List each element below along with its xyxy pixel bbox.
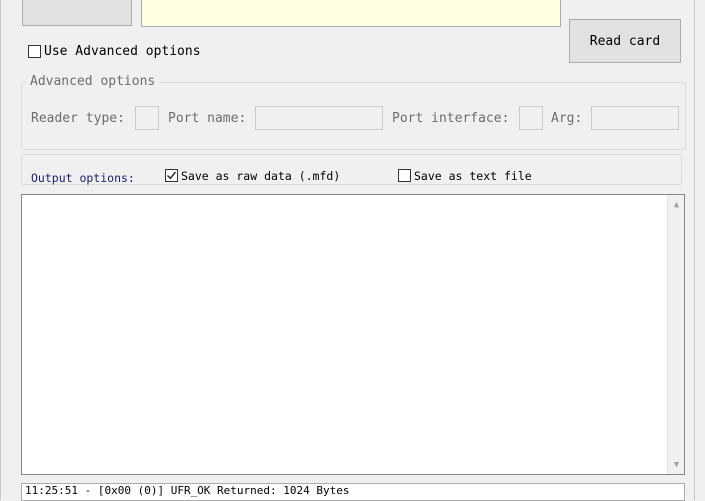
arg-label: Arg: bbox=[551, 111, 583, 126]
output-scrollbar[interactable]: ▲ ▼ bbox=[667, 195, 684, 474]
read-card-button[interactable]: Read card bbox=[569, 19, 681, 63]
use-advanced-checkbox[interactable] bbox=[28, 45, 41, 58]
output-options-label: Output options: bbox=[31, 171, 135, 185]
window-border-right bbox=[694, 0, 695, 500]
use-advanced-label: Use Advanced options bbox=[44, 44, 201, 59]
window-border-left bbox=[0, 0, 1, 500]
scroll-up-arrow-icon[interactable]: ▲ bbox=[668, 200, 685, 210]
save-raw-label: Save as raw data (.mfd) bbox=[181, 169, 341, 183]
reader-type-input[interactable] bbox=[135, 106, 159, 130]
reader-type-label: Reader type: bbox=[31, 111, 125, 126]
top-text-field[interactable] bbox=[141, 0, 561, 27]
port-name-label: Port name: bbox=[168, 111, 247, 126]
port-interface-label: Port interface: bbox=[392, 111, 510, 126]
advanced-options-title: Advanced options bbox=[26, 75, 160, 89]
scroll-down-arrow-icon[interactable]: ▼ bbox=[668, 460, 685, 470]
checkmark-icon bbox=[167, 171, 177, 180]
port-name-input[interactable] bbox=[255, 106, 383, 130]
top-left-button[interactable] bbox=[22, 0, 132, 26]
output-textarea[interactable] bbox=[21, 194, 685, 475]
save-text-label: Save as text file bbox=[414, 169, 532, 183]
port-interface-input[interactable] bbox=[519, 106, 543, 130]
arg-input[interactable] bbox=[591, 106, 679, 130]
save-text-checkbox[interactable] bbox=[398, 169, 411, 182]
status-bar: 11:25:51 - [0x00 (0)] UFR_OK Returned: 1… bbox=[21, 483, 685, 501]
read-card-label: Read card bbox=[589, 33, 661, 49]
save-raw-checkbox[interactable] bbox=[165, 169, 178, 182]
